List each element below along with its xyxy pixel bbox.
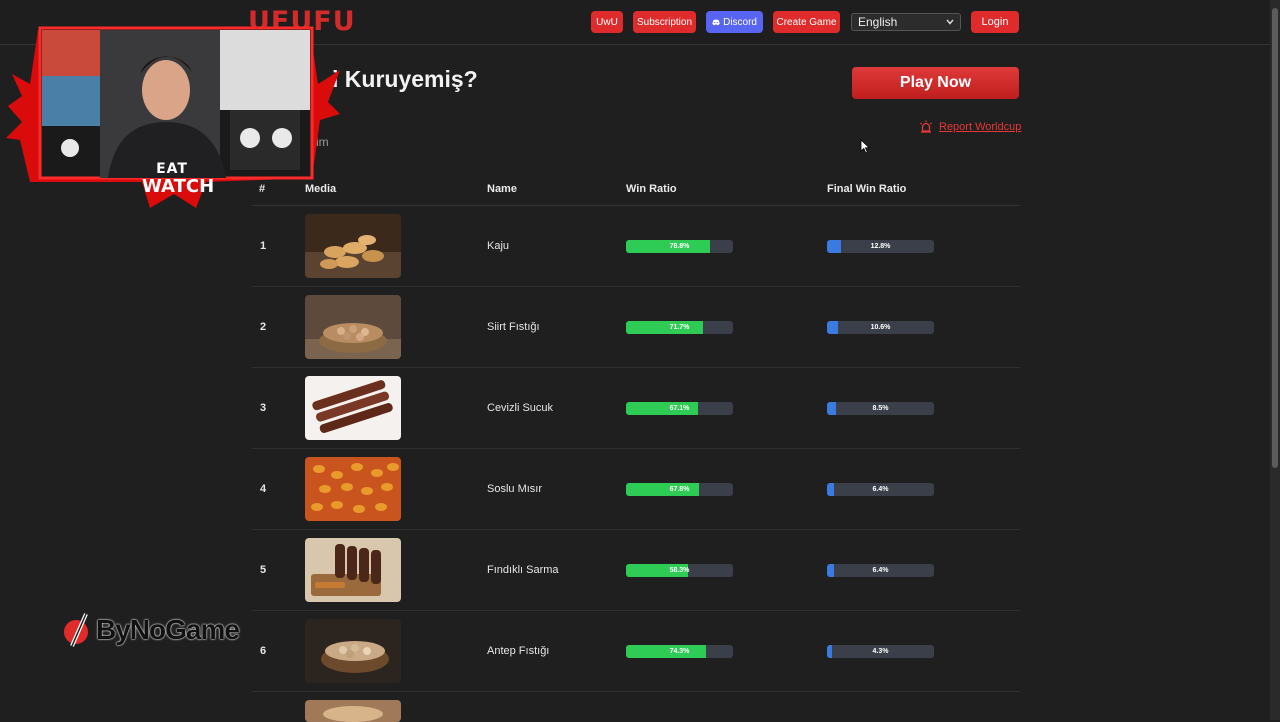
language-select[interactable]: English (851, 13, 961, 31)
walnut-sausage-image[interactable] (305, 376, 401, 440)
header-win-ratio[interactable]: Win Ratio (626, 183, 677, 195)
bynogame-watermark: ByNoGame (62, 612, 240, 648)
badge-bottom-text: WATCH (142, 176, 215, 197)
final-win-ratio-bar: 6.4% (827, 564, 934, 577)
final-win-ratio-label: 12.8% (870, 243, 891, 250)
final-win-ratio-label: 6.4% (872, 567, 889, 574)
row-rank: 1 (260, 240, 267, 252)
final-win-ratio-label: 6.4% (872, 486, 889, 493)
discord-button[interactable]: Discord (706, 11, 763, 33)
cashew-image[interactable] (305, 214, 401, 278)
row-name: Soslu Mısır (487, 483, 543, 495)
win-ratio-bar: 78.8% (626, 240, 733, 253)
table-row: 6 Antep Fıstığı 74.3% 4.3% (252, 611, 1020, 692)
antep-pistachio-image[interactable] (305, 619, 401, 683)
pistachio-bowl-image[interactable] (305, 295, 401, 359)
watermark-text: ByNoGame (96, 614, 240, 645)
win-ratio-bar: 67.1% (626, 402, 733, 415)
row-rank: 5 (260, 564, 267, 576)
final-win-ratio-bar: 6.4% (827, 483, 934, 496)
row-rank: 2 (260, 321, 267, 333)
final-win-ratio-label: 10.6% (870, 324, 891, 331)
final-win-ratio-bar: 10.6% (827, 321, 934, 334)
mouse-cursor-icon (860, 139, 870, 154)
webcam-overlay: EAT WATCH (0, 10, 345, 215)
uwu-button[interactable]: UwU (591, 11, 623, 33)
table-row: 2 Siirt Fıstığı 71.7% 10.6% (252, 287, 1020, 368)
win-ratio-bar: 74.3% (626, 645, 733, 658)
win-ratio-label: 71.7% (669, 324, 690, 331)
final-win-ratio-bar: 8.5% (827, 402, 934, 415)
ranking-table: # Media Name Win Ratio Final Win Ratio 1… (252, 175, 1020, 722)
row-name: Kaju (487, 240, 510, 252)
header-final-win-ratio[interactable]: Final Win Ratio (827, 183, 906, 195)
row-rank: 3 (260, 402, 267, 414)
win-ratio-bar: 71.7% (626, 321, 733, 334)
final-win-ratio-label: 8.5% (872, 405, 889, 412)
next-item-image[interactable] (305, 700, 401, 722)
table-row: 4 Soslu Mısır 67.8% 6.4% (252, 449, 1020, 530)
page-title: i Kuruyemiş? (332, 66, 478, 92)
subscription-button[interactable]: Subscription (633, 11, 696, 33)
header-name[interactable]: Name (487, 183, 517, 195)
play-now-button[interactable]: Play Now (852, 67, 1019, 99)
final-win-ratio-label: 4.3% (872, 648, 889, 655)
alarm-icon (920, 120, 932, 133)
row-name: Fındıklı Sarma (487, 564, 559, 576)
win-ratio-label: 74.3% (669, 648, 690, 655)
login-button[interactable]: Login (971, 11, 1019, 33)
create-game-button[interactable]: Create Game (773, 11, 840, 33)
row-rank: 4 (260, 483, 267, 495)
row-name: Antep Fıstığı (487, 645, 550, 657)
win-ratio-bar: 58.3% (626, 564, 733, 577)
row-name: Siirt Fıstığı (487, 321, 540, 333)
final-win-ratio-bar: 12.8% (827, 240, 934, 253)
final-win-ratio-bar: 4.3% (827, 645, 934, 658)
scrollbar-thumb[interactable] (1272, 8, 1278, 468)
table-row (252, 692, 1020, 722)
page-scrollbar[interactable] (1270, 0, 1280, 720)
eat-watch-badge: EAT WATCH (142, 160, 215, 197)
win-ratio-label: 67.1% (669, 405, 690, 412)
spicy-corn-image[interactable] (305, 457, 401, 521)
report-label: Report Worldcup (939, 121, 1022, 133)
chevron-down-icon (946, 19, 954, 25)
win-ratio-label: 58.3% (669, 567, 690, 574)
discord-label: Discord (723, 16, 757, 28)
report-worldcup-link[interactable]: Report Worldcup (919, 120, 1021, 134)
hazelnut-roll-image[interactable] (305, 538, 401, 602)
win-ratio-label: 78.8% (669, 243, 690, 250)
row-name: Cevizli Sucuk (487, 402, 554, 414)
win-ratio-bar: 67.8% (626, 483, 733, 496)
language-value: English (858, 15, 898, 29)
table-header: # Media Name Win Ratio Final Win Ratio (252, 175, 1020, 206)
row-rank: 6 (260, 645, 267, 657)
table-row: 3 Cevizli Sucuk 67.1% 8.5% (252, 368, 1020, 449)
discord-icon (712, 19, 720, 25)
table-row: 5 Fındıklı Sarma 58.3% 6.4% (252, 530, 1020, 611)
table-row: 1 Kaju 78.8% 12.8% (252, 206, 1020, 287)
bynogame-logo-icon (64, 613, 88, 647)
win-ratio-label: 67.8% (669, 486, 690, 493)
